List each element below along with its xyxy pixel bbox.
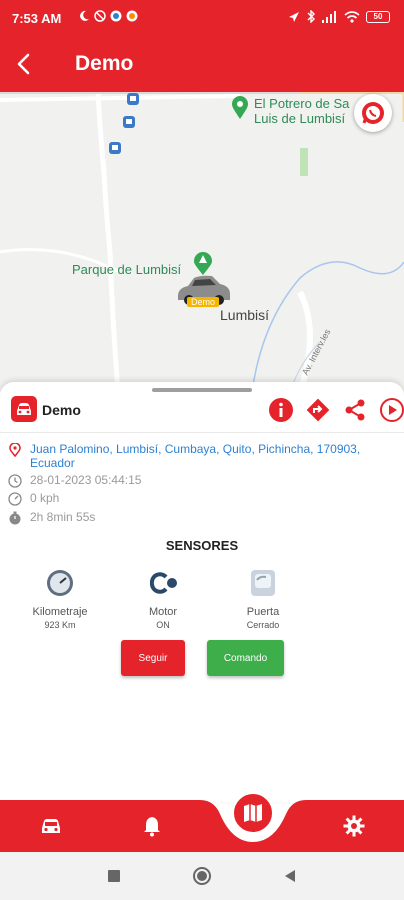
- nav-notifications[interactable]: [137, 811, 167, 841]
- nav-settings[interactable]: [339, 811, 369, 841]
- share-icon: [345, 399, 364, 420]
- info-icon: [268, 397, 293, 422]
- device-info-panel: Demo Juan Palomino, Lumbisí, Cumbaya, Qu…: [0, 382, 404, 802]
- app-notification-icon: [110, 10, 122, 22]
- gear-icon: [343, 815, 365, 837]
- divider: [0, 432, 404, 433]
- status-time: 7:53 AM: [12, 11, 62, 26]
- triangle-back-icon: [285, 870, 295, 882]
- bluetooth-icon: [307, 10, 315, 23]
- wifi-icon: [344, 10, 360, 23]
- status-bar: 7:53 AM 50: [0, 0, 404, 36]
- play-history-button[interactable]: [378, 396, 404, 423]
- datetime-row: 28-01-2023 05:44:15: [8, 473, 141, 488]
- home-circle-icon: [193, 867, 211, 885]
- play-icon: [379, 397, 404, 422]
- system-back-button[interactable]: [280, 866, 300, 886]
- address-row: Juan Palomino, Lumbisí, Cumbaya, Quito, …: [8, 442, 390, 470]
- app-notification-icon-2: [126, 10, 138, 22]
- recent-apps-button[interactable]: [104, 866, 124, 886]
- follow-button[interactable]: Seguir: [121, 640, 185, 676]
- speedometer-icon: [8, 492, 22, 506]
- sensor-engine: Motor ON: [123, 568, 203, 630]
- dnd-icon: [94, 10, 106, 22]
- car-icon: [42, 819, 60, 833]
- app-bar: Demo: [0, 36, 404, 92]
- battery-icon: 50: [366, 10, 390, 23]
- poi-label: El Potrero de Sa Luis de Lumbisí: [254, 96, 350, 126]
- whatsapp-button[interactable]: [354, 94, 392, 132]
- door-icon: [251, 570, 275, 596]
- odometer-icon: [47, 570, 73, 596]
- bus-stop-icon: [127, 93, 139, 105]
- location-pin-icon: [9, 443, 21, 457]
- map-background: [0, 92, 404, 392]
- device-duration: 2h 8min 55s: [30, 510, 96, 524]
- poi-marker-icon: [232, 96, 248, 119]
- bell-icon: [144, 817, 160, 837]
- sensor-door: Puerta Cerrado: [223, 568, 303, 630]
- info-button[interactable]: [267, 396, 294, 423]
- location-icon: [289, 11, 299, 22]
- directions-icon: [306, 398, 329, 421]
- bottom-navigation: [0, 800, 404, 852]
- command-button[interactable]: Comando: [207, 640, 284, 676]
- device-datetime: 28-01-2023 05:44:15: [30, 473, 142, 487]
- sensors-title: SENSORES: [165, 538, 239, 553]
- moon-icon: [78, 10, 90, 22]
- vehicle-marker-label: Demo: [187, 297, 220, 307]
- share-button[interactable]: [341, 396, 368, 423]
- device-car-icon: [11, 396, 37, 422]
- sensor-odometer: Kilometraje 923 Km: [20, 568, 100, 630]
- map-icon: [244, 804, 262, 822]
- square-icon: [108, 870, 120, 882]
- device-speed: 0 kph: [30, 491, 60, 505]
- bus-stop-icon: [123, 116, 135, 128]
- system-nav-bar: [0, 852, 404, 900]
- bus-stop-icon: [109, 142, 121, 154]
- device-name: Demo: [42, 402, 81, 418]
- page-title: Demo: [75, 52, 134, 75]
- device-address[interactable]: Juan Palomino, Lumbisí, Cumbaya, Quito, …: [30, 442, 390, 470]
- speed-row: 0 kph: [8, 491, 59, 506]
- home-button[interactable]: [192, 866, 212, 886]
- map-view[interactable]: El Potrero de Sa Luis de Lumbisí Parque …: [0, 92, 404, 392]
- park-label: Parque de Lumbisí: [72, 262, 182, 277]
- drag-handle[interactable]: [152, 388, 252, 392]
- back-button[interactable]: [12, 50, 40, 78]
- whatsapp-icon: [362, 102, 384, 124]
- nav-map-button[interactable]: [232, 792, 274, 834]
- device-actions: [267, 396, 404, 423]
- back-arrow-icon: [17, 53, 30, 75]
- nav-vehicles[interactable]: [36, 811, 66, 841]
- clock-icon: [8, 474, 22, 488]
- directions-button[interactable]: [304, 396, 331, 423]
- duration-row: 2h 8min 55s: [8, 510, 95, 525]
- signal-icon: [322, 10, 336, 23]
- stopwatch-icon: [9, 511, 21, 525]
- engine-icon: [150, 572, 177, 594]
